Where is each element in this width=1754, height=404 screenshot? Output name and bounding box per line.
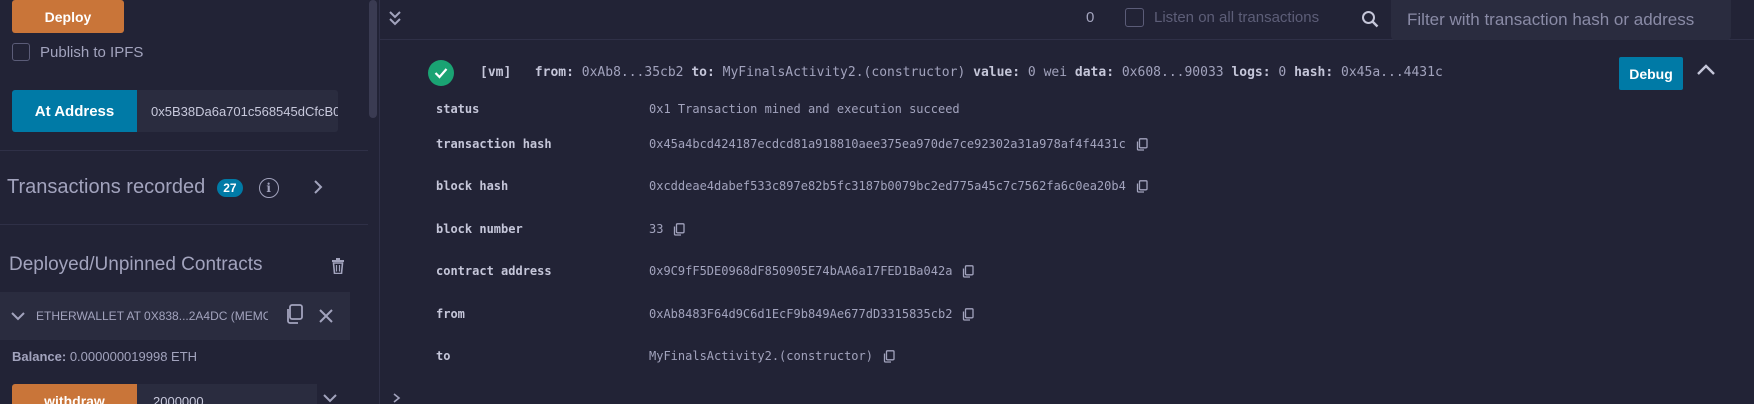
detail-label: status	[436, 102, 480, 116]
detail-value: 0xcddeae4dabef533c897e82b5fc3187b0079bc2…	[649, 179, 1126, 193]
balance-label: Balance:	[12, 349, 67, 364]
detail-label: from	[436, 307, 465, 321]
to-value: MyFinalsActivity2.(constructor)	[722, 65, 966, 80]
chevron-down-icon[interactable]	[10, 310, 26, 322]
detail-value: 0x9C9fF5DE0968dF850905E74bAA6a17FED1Ba04…	[649, 264, 953, 278]
balance-value: 0.000000019998 ETH	[69, 349, 198, 364]
terminal-toolbar: 0 Listen on all transactions Filter with…	[380, 0, 1754, 40]
detail-label: block hash	[436, 179, 509, 193]
detail-label: transaction hash	[436, 137, 552, 151]
deployed-contracts-title: Deployed/Unpinned Contracts	[9, 254, 263, 275]
copy-icon[interactable]	[673, 222, 686, 236]
withdraw-button[interactable]: withdraw	[12, 384, 137, 404]
publish-ipfs-checkbox[interactable]	[12, 43, 30, 61]
detail-value: 0x1 Transaction mined and execution succ…	[649, 102, 960, 116]
contract-name: ETHERWALLET AT 0X838...2A4DC (MEMORY)	[36, 309, 268, 323]
detail-value: MyFinalsActivity2.(constructor)	[649, 349, 873, 363]
data-key: data:	[1074, 65, 1115, 80]
transaction-summary[interactable]: [vm] from: 0xAb8...35cb2 to: MyFinalsAct…	[480, 65, 1443, 80]
at-address-button[interactable]: At Address	[12, 90, 137, 132]
publish-ipfs-label: Publish to IPFS	[40, 43, 144, 61]
hash-key: hash:	[1294, 65, 1334, 80]
copy-icon[interactable]	[1136, 137, 1148, 151]
vm-tag: [vm]	[480, 65, 512, 80]
run-panel: Deploy Publish to IPFS At Address 0x5B38…	[0, 0, 368, 404]
from-value: 0xAb8...35cb2	[581, 65, 684, 80]
to-key: to:	[691, 65, 715, 80]
transactions-recorded-label: Transactions recorded	[7, 176, 206, 198]
divider	[0, 224, 368, 225]
listen-all-transactions-option[interactable]: Listen on all transactions	[1125, 8, 1319, 27]
detail-label: block number	[436, 222, 523, 236]
value-key: value:	[973, 65, 1021, 80]
collapse-terminal-icon[interactable]	[388, 10, 402, 28]
value-value: 0 wei	[1027, 65, 1068, 80]
panel-divider[interactable]	[379, 0, 380, 404]
copy-icon[interactable]	[285, 304, 303, 324]
hash-value: 0x45a...4431c	[1341, 65, 1443, 80]
publish-ipfs-option[interactable]: Publish to IPFS	[12, 43, 143, 61]
chevron-right-icon[interactable]	[312, 178, 324, 196]
withdraw-amount-input[interactable]: 2000000	[137, 384, 317, 404]
chevron-down-icon[interactable]	[322, 392, 338, 404]
detail-value: 0xAb8483F64d9C6d1EcF9b849Ae677dD3315835c…	[649, 307, 953, 321]
transactions-count-badge: 27	[217, 178, 243, 197]
listen-all-checkbox[interactable]	[1125, 8, 1144, 27]
transactions-recorded-header[interactable]: Transactions recorded 27 i	[7, 176, 279, 199]
copy-icon[interactable]	[1136, 179, 1148, 193]
deployed-contract-item[interactable]: ETHERWALLET AT 0X838...2A4DC (MEMORY)	[0, 292, 350, 340]
sidebar-scrollbar[interactable]	[369, 0, 377, 118]
detail-label: contract address	[436, 264, 552, 278]
logs-value: 0	[1278, 65, 1287, 80]
copy-icon[interactable]	[962, 307, 975, 321]
at-address-input[interactable]: 0x5B38Da6a701c568545dCfcB03	[137, 90, 338, 132]
close-icon[interactable]	[318, 308, 334, 324]
terminal-prompt-icon	[393, 393, 401, 403]
transaction-filter-input[interactable]: Filter with transaction hash or address	[1391, 0, 1731, 40]
logs-key: logs:	[1231, 65, 1271, 80]
chevron-up-icon[interactable]	[1696, 63, 1716, 77]
copy-icon[interactable]	[962, 264, 975, 278]
pending-transactions-count: 0	[1086, 9, 1095, 26]
success-check-icon	[428, 60, 454, 86]
divider	[0, 150, 368, 151]
detail-value: 33	[649, 222, 664, 236]
search-icon[interactable]	[1361, 10, 1379, 28]
listen-all-label: Listen on all transactions	[1154, 9, 1320, 26]
copy-icon[interactable]	[883, 349, 895, 363]
detail-label: to	[436, 349, 451, 363]
trash-icon[interactable]	[331, 258, 345, 274]
detail-value: 0x45a4bcd424187ecdcd81a918810aee375ea970…	[649, 137, 1126, 151]
contract-balance: Balance: 0.000000019998 ETH	[12, 349, 197, 364]
from-key: from:	[534, 65, 574, 80]
debug-button[interactable]: Debug	[1619, 57, 1683, 90]
data-value: 0x608...90033	[1121, 65, 1224, 80]
info-icon[interactable]: i	[258, 177, 279, 198]
deploy-button[interactable]: Deploy	[12, 0, 124, 33]
